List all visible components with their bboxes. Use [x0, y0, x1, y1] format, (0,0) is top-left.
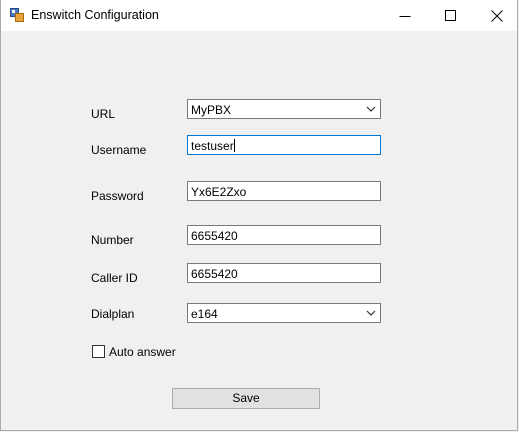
caller-id-field[interactable]: 6655420 — [187, 263, 381, 283]
password-value: Yx6E2Zxo — [191, 185, 247, 199]
text-caret — [233, 139, 235, 152]
dialplan-label: Dialplan — [91, 307, 135, 321]
number-label: Number — [91, 233, 134, 247]
close-icon — [491, 10, 503, 22]
title-bar[interactable]: Enswitch Configuration — [1, 0, 517, 31]
chevron-down-icon — [366, 310, 376, 316]
number-field[interactable]: 6655420 — [187, 225, 381, 245]
url-combobox[interactable]: MyPBX — [187, 99, 381, 119]
dialplan-combobox[interactable]: e164 — [187, 303, 381, 323]
close-button[interactable] — [474, 0, 517, 31]
caller-id-value: 6655420 — [191, 267, 238, 281]
maximize-icon — [445, 10, 456, 21]
chevron-down-icon — [366, 106, 376, 112]
minimize-icon — [399, 16, 411, 17]
password-label: Password — [91, 189, 144, 203]
maximize-button[interactable] — [428, 0, 474, 31]
number-value: 6655420 — [191, 229, 238, 243]
username-field[interactable]: testuser — [187, 135, 381, 155]
auto-answer-label[interactable]: Auto answer — [109, 345, 176, 359]
url-label: URL — [91, 107, 116, 121]
url-value: MyPBX — [191, 103, 232, 117]
app-icon — [10, 8, 24, 22]
minimize-button[interactable] — [382, 0, 428, 31]
username-value: testuser — [191, 139, 234, 153]
password-field[interactable]: Yx6E2Zxo — [187, 181, 381, 201]
auto-answer-checkbox[interactable] — [92, 345, 105, 358]
dialplan-value: e164 — [191, 307, 218, 321]
save-button[interactable]: Save — [172, 388, 320, 409]
window-title: Enswitch Configuration — [31, 8, 159, 22]
config-window: Enswitch Configuration URL MyPBX Usernam… — [0, 0, 518, 431]
caller-id-label: Caller ID — [91, 271, 138, 285]
username-label: Username — [91, 143, 147, 157]
